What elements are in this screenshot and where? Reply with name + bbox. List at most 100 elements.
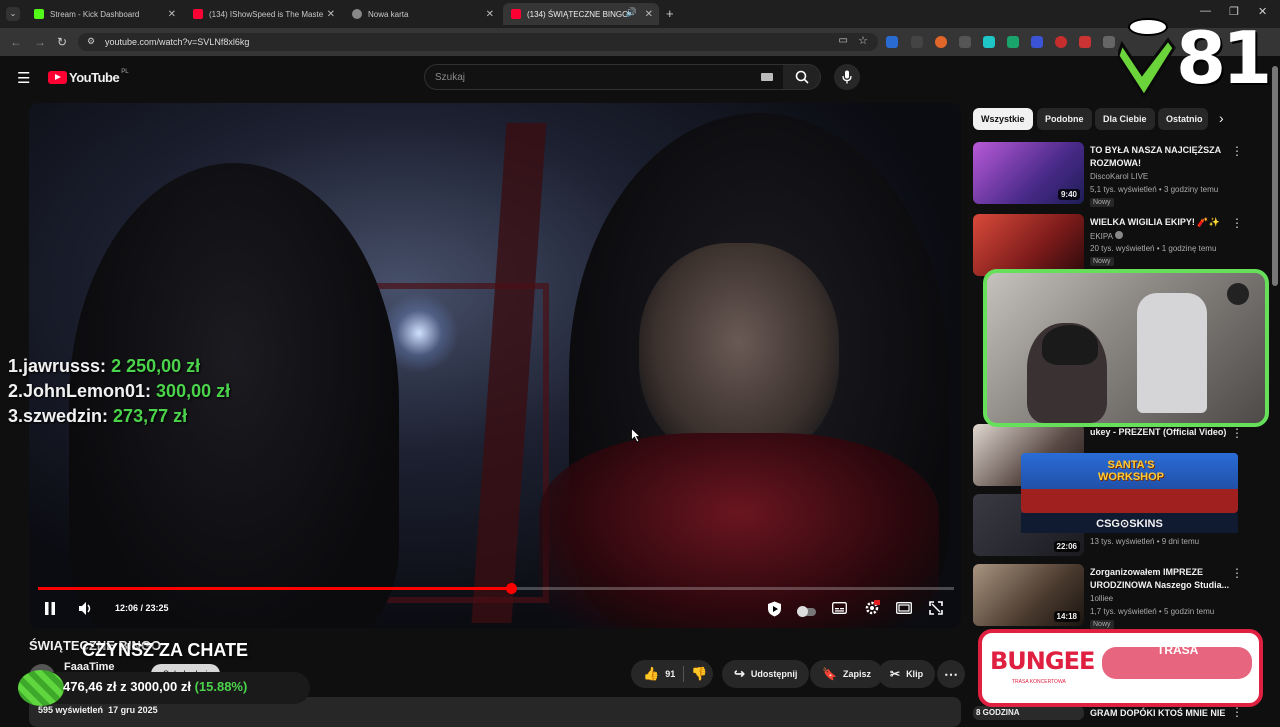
autoplay-toggle[interactable] [797,604,816,619]
extension-icon[interactable] [1079,36,1091,48]
more-options-icon[interactable]: ⋮ [1231,144,1243,158]
subtitles-icon[interactable] [832,602,847,617]
recommendation-title[interactable]: GRAM DOPÓKI KTOŚ MNIE NIE [1090,707,1230,720]
settings-gear-icon[interactable] [864,600,881,619]
region-code: PL [121,68,129,75]
extension-icon[interactable] [1031,36,1043,48]
menu-icon[interactable]: ☰ [17,69,30,87]
donation-amount: 476,46 zł z 3000,00 zł [63,679,191,694]
forward-icon[interactable]: → [34,35,46,49]
bookmark-star-icon[interactable]: ☆ [858,34,868,47]
tab-search-icon[interactable]: ⌄ [6,7,20,21]
tab-ishowspeed[interactable]: (134) IShowSpeed is The Maste ✕ [185,3,341,25]
address-bar[interactable]: ⚙ youtube.com/watch?v=SVLNf8xl6kg ▭ ☆ [78,33,878,51]
recommendation-item[interactable]: 9:40 TO BYŁA NASZA NAJCIĘŻSZA ROZMOWA! D… [973,142,1273,208]
close-tab-icon[interactable]: ✕ [168,9,176,20]
more-actions-button[interactable]: ⋯ [937,660,965,688]
video-thumbnail[interactable] [973,214,1084,276]
video-thumbnail[interactable]: 8 GODZINA [973,706,1084,720]
search-button[interactable] [783,64,821,90]
extension-icon[interactable] [886,36,898,48]
youtube-wordmark: YouTube [69,70,120,85]
progress-scrubber[interactable] [505,583,517,594]
youtube-play-icon [48,71,67,84]
chip-ostatnio[interactable]: Ostatnio [1158,108,1208,130]
extension-icon[interactable] [1007,36,1019,48]
extension-icon[interactable] [1055,36,1067,48]
search-input[interactable]: Szukaj [424,64,784,90]
video-duration: 9:40 [1057,189,1080,200]
chip-podobne[interactable]: Podobne [1037,108,1092,130]
donation-percent: (15.88%) [194,679,248,694]
keyboard-icon[interactable] [761,73,773,81]
more-options-icon[interactable]: ⋮ [1231,705,1243,719]
new-badge: Nowy [1090,257,1114,266]
more-options-icon[interactable]: ⋮ [1231,216,1243,230]
new-badge: Nowy [1090,620,1114,629]
video-thumbnail[interactable]: 14:18 [973,564,1084,626]
browser-tab-bar: ⌄ Stream - Kick Dashboard ✕ (134) IShowS… [0,0,1280,28]
bungee-logo: BUNGEE [990,647,1095,675]
pause-icon[interactable] [44,602,56,618]
recommendation-meta: 1,7 tys. wyświetleń • 5 godzin temu [1090,607,1215,616]
extension-icon[interactable] [983,36,995,48]
recommendation-channel[interactable]: EKIPA [1090,231,1123,241]
back-icon[interactable]: ← [10,35,22,49]
tab-label: (134) ŚWIĄTECZNE BINGO [527,9,629,19]
video-face [639,243,839,463]
webcam-hair [1042,325,1098,365]
close-tab-icon[interactable]: ✕ [645,9,653,20]
tab-kick-dashboard[interactable]: Stream - Kick Dashboard ✕ [26,3,182,25]
theater-mode-icon[interactable] [896,602,912,617]
fullscreen-icon[interactable] [929,601,943,618]
recommendation-item[interactable]: 8 GODZINA GRAM DOPÓKI KTOŚ MNIE NIE ⋮ [973,705,1273,720]
progress-bar[interactable] [38,583,954,594]
chrome-icon [352,9,362,19]
recommendation-item[interactable]: WIELKA WIGILIA EKIPY! 🧨✨ EKIPA 20 tys. w… [973,214,1273,276]
donation-progress-fill [18,670,64,706]
extension-icon[interactable] [1103,36,1115,48]
close-tab-icon[interactable]: ✕ [486,9,494,20]
more-options-icon[interactable]: ⋮ [1231,566,1243,580]
site-info-icon[interactable]: ⚙ [87,36,95,47]
voice-search-button[interactable] [834,64,860,90]
like-count[interactable]: 91 [665,669,675,679]
extension-icon[interactable] [935,36,947,48]
progress-fill [38,587,511,590]
new-tab-button[interactable]: + [666,6,674,21]
extension-icon[interactable] [911,36,923,48]
channel-label: EKIPA [1090,232,1113,241]
like-dislike-group: 👍 91 👎 [631,660,713,688]
chip-wszystkie[interactable]: Wszystkie [973,108,1033,130]
share-icon: ↪ [734,666,745,681]
save-button[interactable]: 🔖 Zapisz [810,660,883,688]
video-thumbnail[interactable]: 9:40 [973,142,1084,204]
recommendation-title[interactable]: ukey - PREZENT (Official Video) [1090,426,1230,439]
share-button[interactable]: ↪ Udostępnij [722,660,810,688]
mouse-cursor-icon [631,428,641,443]
recommendation-channel[interactable]: 1olliee [1090,594,1113,603]
recommendation-title[interactable]: TO BYŁA NASZA NAJCIĘŻSZA ROZMOWA! [1090,144,1230,170]
close-tab-icon[interactable]: ✕ [327,9,335,20]
tab-swiateczne-bingo[interactable]: (134) ŚWIĄTECZNE BINGO 🔊 ✕ [503,3,659,25]
thumbs-down-icon[interactable]: 👎 [691,666,707,682]
cast-icon[interactable]: ▭ [839,35,848,46]
thumbs-up-icon[interactable]: 👍 [643,666,659,682]
recommendation-item[interactable]: 14:18 Zorganizowałem IMPREZE URODZINOWA … [973,564,1273,630]
youtube-logo[interactable]: YouTube PL [48,68,129,85]
volume-icon[interactable] [78,601,94,619]
recommendation-title[interactable]: Zorganizowałem IMPREZE URODZINOWA Naszeg… [1090,566,1230,592]
extension-icon[interactable] [959,36,971,48]
chip-dla-ciebie[interactable]: Dla Ciebie [1095,108,1155,130]
clip-button[interactable]: ✂ Klip [878,660,936,688]
recommendation-meta: 13 tys. wyświetleń • 9 dni temu [1090,537,1200,546]
reload-icon[interactable]: ↻ [57,35,67,49]
recommendation-title[interactable]: WIELKA WIGILIA EKIPY! 🧨✨ [1090,216,1230,229]
tab-new-tab[interactable]: Nowa karta ✕ [344,3,500,25]
more-options-icon[interactable]: ⋮ [1231,426,1243,440]
page-scrollbar[interactable] [1272,66,1278,286]
recommendation-channel[interactable]: DiscoKarol LIVE [1090,172,1148,181]
chevron-right-icon[interactable]: › [1219,110,1224,126]
ad-shield-icon[interactable] [767,601,782,620]
speaker-icon[interactable]: 🔊 [626,7,637,18]
